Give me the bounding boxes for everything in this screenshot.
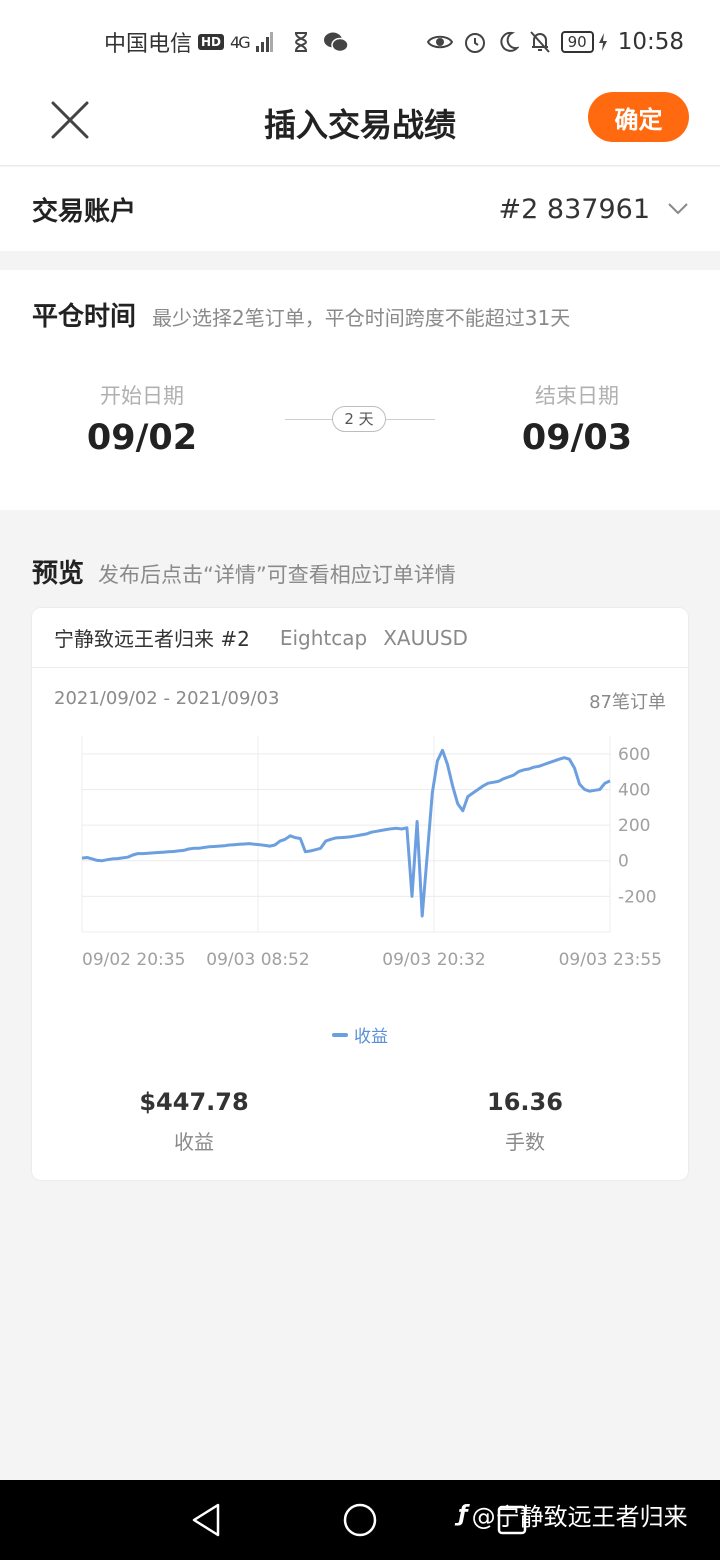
x-tick-label: 09/03 23:55	[559, 950, 662, 970]
battery-level: 90	[560, 31, 594, 53]
account-label: 交易账户	[32, 196, 137, 227]
status-bar: 中国电信 HD 4G 90 10:58	[0, 0, 720, 84]
account-value: #2 837961	[498, 193, 650, 225]
charging-icon	[598, 33, 607, 51]
account-selector[interactable]: #2 837961	[499, 194, 688, 225]
chevron-down-icon	[668, 203, 688, 215]
end-date-value: 09/03	[521, 418, 633, 458]
signal-icon	[255, 32, 273, 52]
profit-caption: 收益	[174, 1130, 214, 1154]
profit-stat: $447.78 收益	[94, 1088, 294, 1155]
y-tick-label: 600	[618, 745, 650, 765]
nav-back-icon[interactable]	[190, 1502, 222, 1538]
start-date-value: 09/02	[86, 418, 198, 458]
y-tick-label: 0	[618, 852, 629, 872]
start-date-caption: 开始日期	[100, 384, 184, 408]
date-range: 2021/09/02 - 2021/09/03	[54, 688, 280, 709]
account-row: 交易账户 #2 837961	[0, 167, 720, 251]
weibo-logo-icon: ƒ	[458, 1502, 468, 1527]
symbol-name: XAUUSD	[383, 625, 468, 650]
card-meta: 2021/09/02 - 2021/09/03 87笔订单	[54, 688, 666, 714]
wechat-icon	[323, 32, 349, 53]
hourglass-icon	[294, 32, 307, 52]
close-time-label: 平仓时间	[32, 302, 137, 332]
x-tick-labels: 09/02 20:35 09/03 08:52 09/03 20:32 09/03 2…	[82, 950, 662, 970]
nav-home-icon[interactable]	[342, 1502, 378, 1538]
series-line	[81, 748, 611, 918]
x-tick-label: 09/02 20:35	[82, 950, 185, 970]
carrier-label: 中国电信	[104, 32, 193, 57]
status-right: 90 10:58	[426, 29, 684, 55]
mute-bell-icon	[529, 31, 550, 53]
y-tick-label: 400	[618, 780, 650, 800]
lots-value: 16.36	[487, 1088, 563, 1116]
x-tick-label: 09/03 08:52	[206, 950, 309, 970]
alarm-icon	[464, 33, 485, 53]
end-date-caption: 结束日期	[535, 384, 619, 408]
span-badge: 2 天	[332, 406, 386, 432]
x-tick-label: 09/03 20:32	[382, 950, 485, 970]
profit-chart: 6004002000-200 09/02 20:35 09/03 08:52 09/…	[81, 736, 662, 970]
profit-value: $447.78	[139, 1088, 249, 1116]
eye-icon	[426, 35, 453, 49]
order-count: 87笔订单	[589, 692, 666, 713]
preview-card: 宁静致远王者归来 #2 Eightcap XAUUSD 2021/09/02 -…	[31, 607, 689, 1181]
legend-swatch	[332, 1032, 348, 1037]
watermark: ƒ @宁静致远王者归来	[458, 1497, 688, 1532]
preview-label: 预览	[32, 559, 85, 589]
moon-icon	[500, 31, 519, 52]
lots-stat: 16.36 手数	[425, 1088, 625, 1155]
watermark-text: @宁静致远王者归来	[471, 1503, 688, 1531]
card-head: 宁静致远王者归来 #2 Eightcap XAUUSD	[32, 608, 688, 668]
broker-name: Eightcap	[279, 625, 368, 650]
end-date-picker[interactable]: 结束日期 09/03	[477, 380, 677, 458]
start-date-picker[interactable]: 开始日期 09/02	[42, 380, 242, 458]
close-time-head: 平仓时间 最少选择2笔订单，平仓时间跨度不能超过31天	[32, 296, 570, 333]
lots-caption: 手数	[505, 1130, 545, 1154]
strategy-name: 宁静致远王者归来 #2	[54, 627, 250, 651]
close-time-section: 平仓时间 最少选择2笔订单，平仓时间跨度不能超过31天 开始日期 09/02 2…	[0, 270, 720, 510]
preview-hint: 发布后点击“详情”可查看相应订单详情	[98, 563, 456, 587]
app-header: 插入交易战绩 确定	[0, 84, 720, 166]
status-left: 中国电信 HD 4G	[104, 26, 349, 58]
clock: 10:58	[617, 29, 684, 55]
y-tick-label: 200	[618, 816, 650, 836]
chart-grid	[81, 736, 611, 933]
close-time-hint: 最少选择2笔订单，平仓时间跨度不能超过31天	[152, 306, 571, 330]
hd-badge: HD	[198, 34, 225, 50]
y-tick-labels: 600 400 200 0 -200	[618, 745, 657, 908]
network-label: 4G	[230, 32, 251, 52]
y-tick-label: -200	[618, 887, 657, 907]
confirm-button[interactable]: 确定	[588, 92, 689, 142]
chart-legend: 收益	[32, 1022, 688, 1047]
legend-label: 收益	[354, 1027, 388, 1047]
preview-head: 预览 发布后点击“详情”可查看相应订单详情	[32, 553, 456, 590]
